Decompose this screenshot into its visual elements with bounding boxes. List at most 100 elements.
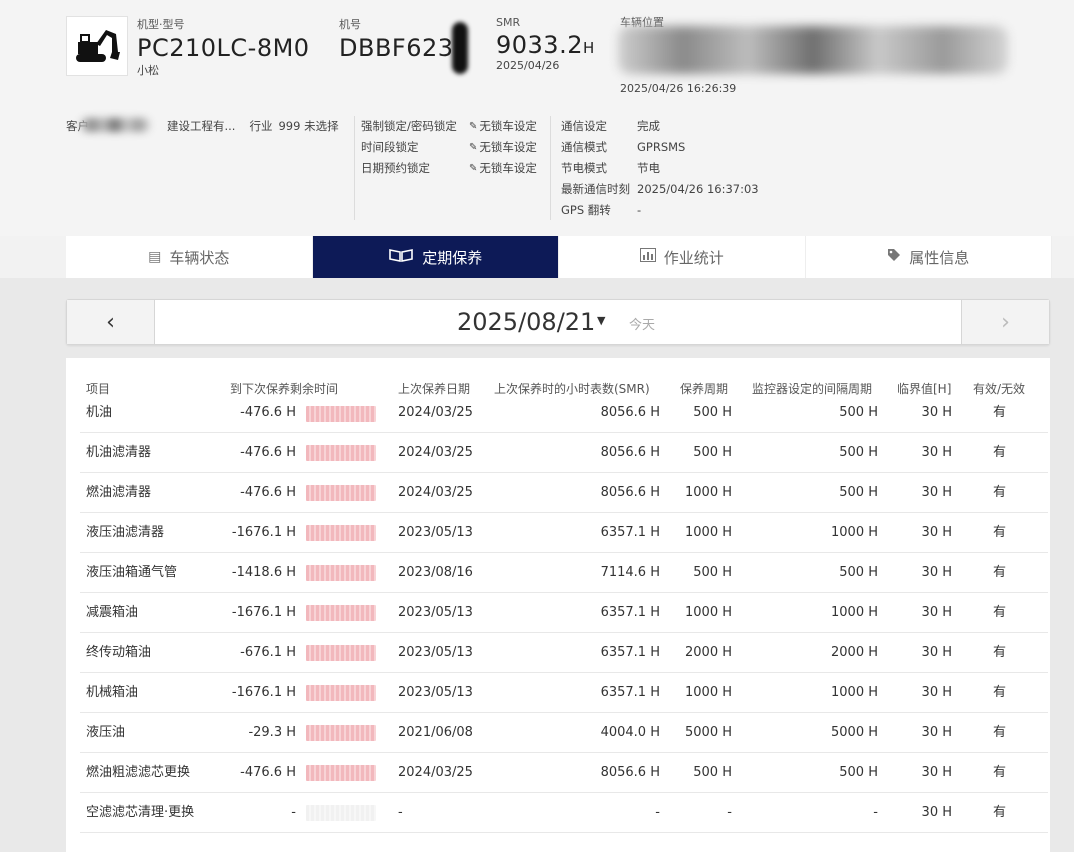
cell-monitor-interval: 500 H <box>839 445 878 460</box>
remaining-progress-bar <box>306 485 376 501</box>
cell-cycle: 1000 H <box>685 605 732 620</box>
cell-cycle: 5000 H <box>685 725 732 740</box>
customer-redacted <box>80 118 150 132</box>
vehicle-header: 机型·型号 PC210LC-8M0 小松 机号 DBBF623 SMR 9033… <box>0 0 1074 236</box>
cell-cycle: 1000 H <box>685 525 732 540</box>
col-header-item: 项目 <box>86 382 111 396</box>
cell-last-date: 2023/05/13 <box>398 525 473 540</box>
model-block: 机型·型号 PC210LC-8M0 小松 <box>137 16 310 78</box>
remaining-progress-bar <box>306 805 376 821</box>
caret-down-icon[interactable]: ▼ <box>597 314 605 327</box>
customer-value: 建设工程有... <box>167 119 236 133</box>
comm-settings: 通信设定 完成 通信模式 GPRSMS 节电模式 节电 最新通信时刻 2025/04/2… <box>561 116 759 221</box>
smr-value: 9033.2 <box>496 31 583 59</box>
cell-remaining: -676.1 H <box>240 645 296 660</box>
lock-row: 日期预约锁定 ✎ 无锁车设定 <box>361 158 537 179</box>
cell-last-smr: 8056.6 H <box>600 445 660 460</box>
remaining-progress-bar <box>306 765 376 781</box>
table-row: 机油 -476.6 H 2024/03/25 8056.6 H 500 H 500 H 30… <box>80 406 1048 433</box>
cell-last-date: 2024/03/25 <box>398 485 473 500</box>
cell-last-smr: - <box>655 805 660 820</box>
cell-item: 燃油滤清器 <box>86 485 152 500</box>
cell-last-smr: 6357.1 H <box>600 605 660 620</box>
table-row: 液压油箱通气管 -1418.6 H 2023/08/16 7114.6 H 500 H 5… <box>80 553 1048 593</box>
cell-monitor-interval: - <box>873 805 878 820</box>
cell-monitor-interval: 2000 H <box>831 645 878 660</box>
industry-value: 999 未选择 <box>278 119 339 133</box>
edit-icon[interactable]: ✎ <box>469 137 477 158</box>
next-date-button[interactable]: › <box>961 300 1049 344</box>
prev-date-button[interactable]: ‹ <box>67 300 155 344</box>
cell-remaining: -476.6 H <box>240 405 296 420</box>
current-date[interactable]: 2025/08/21 <box>457 308 595 336</box>
smr-block: SMR 9033.2H 2025/04/26 <box>496 16 594 72</box>
cell-cycle: 500 H <box>693 405 732 420</box>
comm-row: 通信模式 GPRSMS <box>561 140 686 154</box>
location-time: 2025/04/26 16:26:39 <box>620 82 737 95</box>
col-header-cycle: 保养周期 <box>680 382 729 396</box>
cell-cycle: 1000 H <box>685 485 732 500</box>
document-icon: ▤ <box>148 249 162 265</box>
date-navigator: ‹ 2025/08/21 ▼ 今天 › <box>66 299 1050 345</box>
col-header-limit: 临界值[H] <box>897 382 952 396</box>
today-link[interactable]: 今天 <box>629 314 655 333</box>
cell-remaining: - <box>291 805 296 820</box>
cell-limit: 30 H <box>921 485 952 500</box>
cell-last-smr: 7114.6 H <box>600 565 660 580</box>
smr-label: SMR <box>496 16 521 29</box>
cell-remaining: -476.6 H <box>240 485 296 500</box>
excavator-logo <box>66 16 128 76</box>
cell-item: 液压油滤清器 <box>86 525 165 540</box>
book-icon <box>388 248 414 266</box>
cell-valid: 有 <box>993 445 1007 460</box>
cell-item: 机械箱油 <box>86 685 139 700</box>
cell-valid: 有 <box>993 645 1007 660</box>
tab-bar: ▤ 车辆状态 定期保养 作业统计 属性信息 <box>66 236 1052 278</box>
cell-cycle: 500 H <box>693 765 732 780</box>
cell-valid: 有 <box>993 605 1007 620</box>
cell-cycle: 1000 H <box>685 685 732 700</box>
divider <box>550 116 551 220</box>
table-row: 终传动箱油 -676.1 H 2023/05/13 6357.1 H 2000 H 200… <box>80 633 1048 673</box>
cell-last-smr: 8056.6 H <box>600 765 660 780</box>
industry-label: 行业 <box>249 119 273 133</box>
table-row: 机油滤清器 -476.6 H 2024/03/25 8056.6 H 500 H 500 … <box>80 433 1048 473</box>
cell-valid: 有 <box>993 525 1007 540</box>
tab-periodic-maintenance[interactable]: 定期保养 <box>312 236 559 278</box>
comm-row: 最新通信时刻 2025/04/26 16:37:03 <box>561 182 759 196</box>
table-row: 燃油粗滤滤芯更换 -476.6 H 2024/03/25 8056.6 H 500 H 5… <box>80 753 1048 793</box>
edit-icon[interactable]: ✎ <box>469 158 477 179</box>
cell-item: 液压油 <box>86 725 126 740</box>
table-row: 减震箱油 -1676.1 H 2023/05/13 6357.1 H 1000 H 100… <box>80 593 1048 633</box>
cell-remaining: -1418.6 H <box>231 565 296 580</box>
redaction-mark <box>452 22 468 74</box>
tab-vehicle-status[interactable]: ▤ 车辆状态 <box>66 236 313 278</box>
cell-valid: 有 <box>993 685 1007 700</box>
cell-last-smr: 6357.1 H <box>600 525 660 540</box>
cell-limit: 30 H <box>921 805 952 820</box>
cell-monitor-interval: 5000 H <box>831 725 878 740</box>
divider <box>354 116 355 220</box>
cell-valid: 有 <box>993 765 1007 780</box>
cell-valid: 有 <box>993 725 1007 740</box>
col-header-last-smr: 上次保养时的小时表数(SMR) <box>494 382 650 396</box>
cell-last-smr: 8056.6 H <box>600 405 660 420</box>
lock-row: 强制锁定/密码锁定 ✎ 无锁车设定 <box>361 116 537 137</box>
machine-no-block: 机号 DBBF623 <box>339 16 454 62</box>
table-row: 液压油 -29.3 H 2021/06/08 4004.0 H 5000 H 5000 H… <box>80 713 1048 753</box>
tab-work-statistics[interactable]: 作业统计 <box>559 236 806 278</box>
cell-monitor-interval: 500 H <box>839 565 878 580</box>
remaining-progress-bar <box>306 406 376 422</box>
cell-monitor-interval: 500 H <box>839 765 878 780</box>
col-header-last-date: 上次保养日期 <box>398 382 471 396</box>
smr-date: 2025/04/26 <box>496 59 560 72</box>
cell-limit: 30 H <box>921 445 952 460</box>
cell-limit: 30 H <box>921 685 952 700</box>
remaining-progress-bar <box>306 565 376 581</box>
tab-attribute-info[interactable]: 属性信息 <box>805 236 1052 278</box>
remaining-progress-bar <box>306 525 376 541</box>
cell-cycle: 500 H <box>693 445 732 460</box>
edit-icon[interactable]: ✎ <box>469 116 477 137</box>
cell-cycle: 2000 H <box>685 645 732 660</box>
cell-limit: 30 H <box>921 565 952 580</box>
